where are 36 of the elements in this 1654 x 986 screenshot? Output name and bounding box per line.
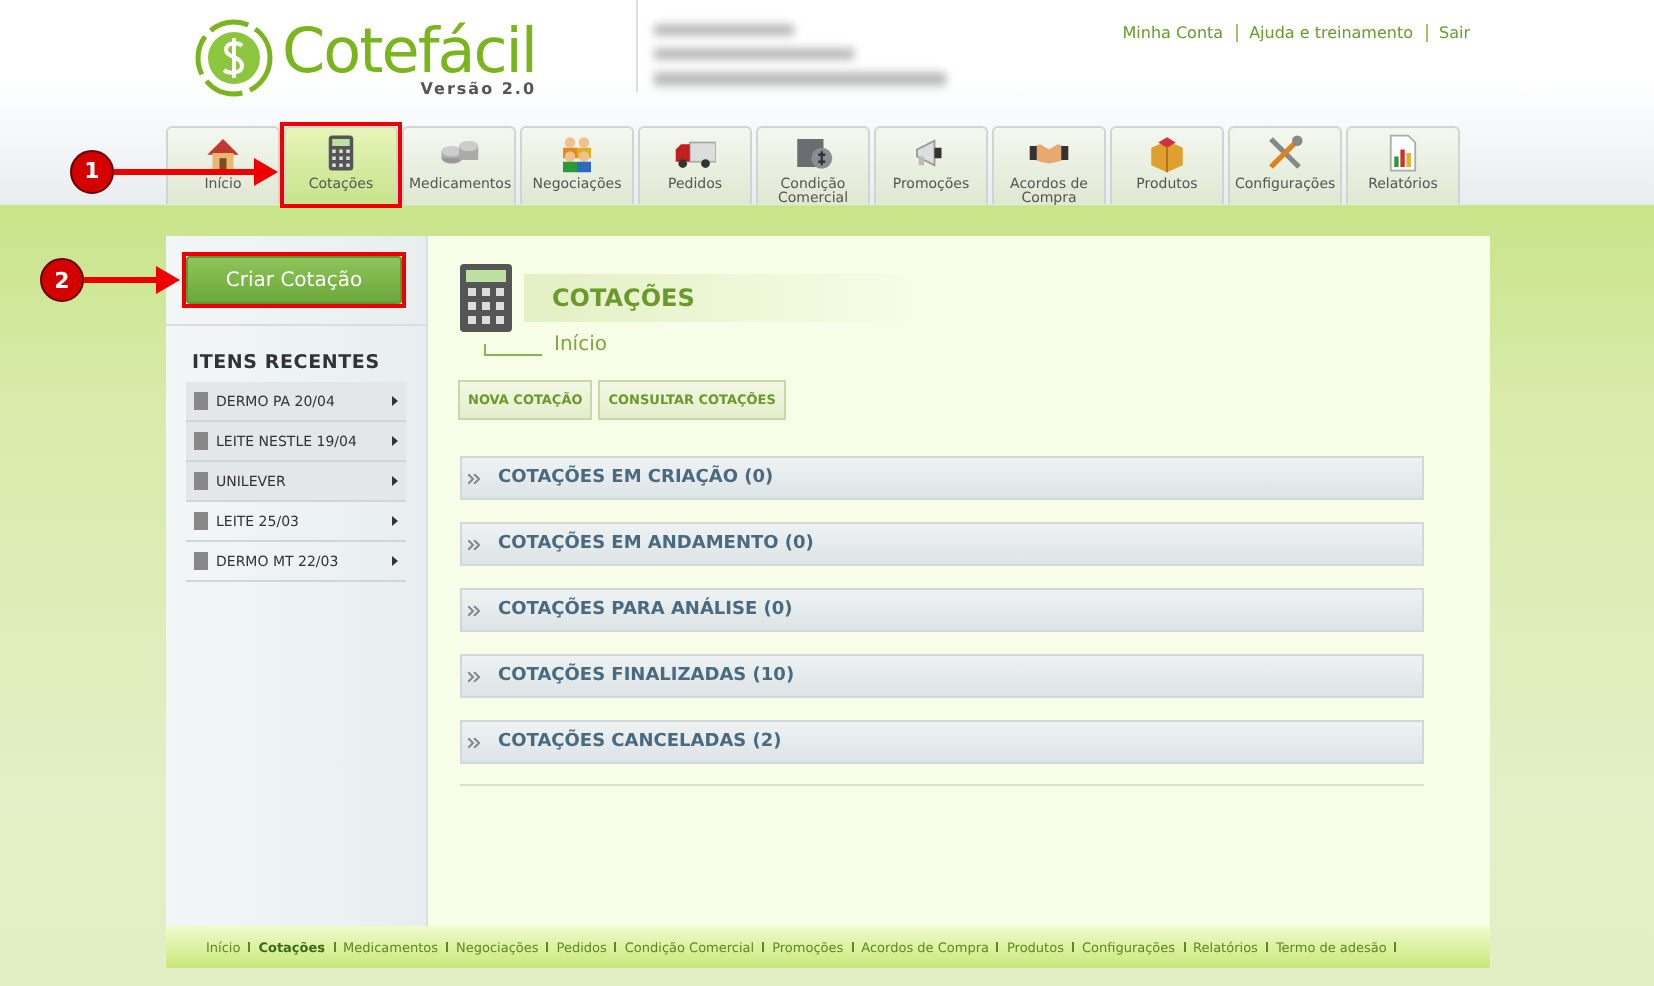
accordion-header[interactable]: COTAÇÕES EM CRIAÇÃO (0) (460, 456, 1424, 500)
caret-icon (392, 516, 398, 526)
step-badge: 1 (70, 149, 114, 193)
document-icon (194, 392, 208, 410)
top-link[interactable]: Sair (1439, 24, 1470, 42)
top-link[interactable]: Minha Conta (1122, 24, 1224, 42)
tools-icon (1264, 132, 1306, 174)
highlight-frame (280, 122, 402, 208)
step-badge: 2 (40, 258, 84, 302)
accordion-header[interactable]: COTAÇÕES CANCELADAS (2) (460, 720, 1424, 764)
calculator-icon (460, 264, 512, 332)
caret-icon (392, 476, 398, 486)
tree-line (484, 344, 542, 356)
accordion-header[interactable]: COTAÇÕES PARA ANÁLISE (0) (460, 588, 1424, 632)
arrow (84, 266, 180, 294)
document-icon (194, 432, 208, 450)
document-icon (194, 512, 208, 530)
top-link[interactable]: Ajuda e treinamento (1249, 24, 1413, 42)
double-chevron-icon (468, 473, 480, 483)
box-icon (1146, 132, 1188, 174)
section-heading: ITENS RECENTES (192, 352, 382, 374)
accordion-header[interactable]: COTAÇÕES EM ANDAMENTO (0) (460, 522, 1424, 566)
caret-icon (392, 556, 398, 566)
double-chevron-icon (468, 737, 480, 747)
dollar-coin-icon (194, 18, 274, 98)
double-chevron-icon (468, 539, 480, 549)
double-chevron-icon (468, 605, 480, 615)
document-icon (194, 552, 208, 570)
double-chevron-icon (468, 671, 480, 681)
document-icon (194, 472, 208, 490)
breadcrumb: Início (554, 336, 607, 356)
caret-icon (392, 436, 398, 446)
create-quote-button[interactable]: Criar Cotação (186, 256, 402, 304)
accordion-header[interactable]: COTAÇÕES FINALIZADAS (10) (460, 654, 1424, 698)
version-label: Versão 2.0 (420, 80, 537, 98)
caret-icon (392, 396, 398, 406)
